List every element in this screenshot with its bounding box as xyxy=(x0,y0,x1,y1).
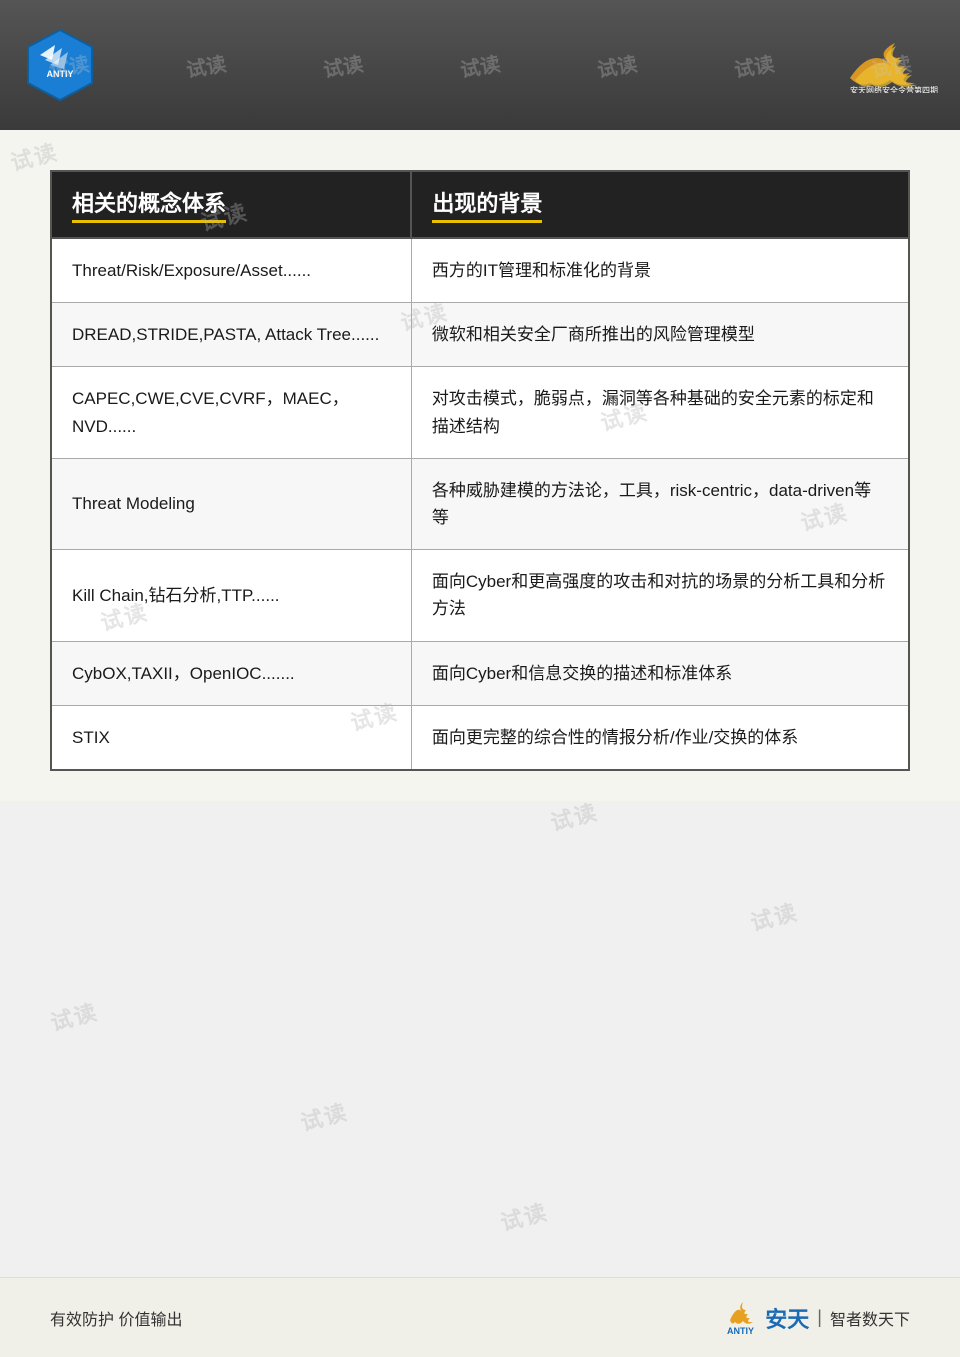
header-watermarks: 试读 试读 试读 试读 试读 试读 试读 xyxy=(0,0,960,130)
header-watermark-2: 试读 xyxy=(183,47,227,83)
watermark-11: 试读 xyxy=(297,1094,352,1137)
header-watermark-5: 试读 xyxy=(595,47,639,83)
table-cell-right: 微软和相关安全厂商所推出的风险管理模型 xyxy=(411,303,909,367)
table-cell-left: CybOX,TAXII，OpenIOC....... xyxy=(51,641,411,705)
watermark-10: 试读 xyxy=(47,994,102,1037)
table-cell-right: 各种威胁建模的方法论，工具，risk-centric，data-driven等等 xyxy=(411,458,909,549)
table-cell-left: Kill Chain,钻石分析,TTP...... xyxy=(51,550,411,641)
table-cell-left: Threat/Risk/Exposure/Asset...... xyxy=(51,238,411,303)
logo-hexagon: ANTIY xyxy=(20,25,100,105)
footer: 有效防护 价值输出 ANTIY 安天 | 智者数天下 xyxy=(0,1277,960,1357)
table-cell-right: 面向更完整的综合性的情报分析/作业/交换的体系 xyxy=(411,705,909,770)
footer-brand-sub: 智者数天下 xyxy=(830,1306,910,1330)
table-cell-right: 面向Cyber和信息交换的描述和标准体系 xyxy=(411,641,909,705)
header-watermark-6: 试读 xyxy=(732,47,776,83)
watermark-9: 试读 xyxy=(747,894,802,937)
table-row: CybOX,TAXII，OpenIOC.......面向Cyber和信息交换的描… xyxy=(51,641,909,705)
header-right-logo: 安天网络安全令营第四期 xyxy=(840,38,940,93)
svg-text:安天网络安全令营第四期: 安天网络安全令营第四期 xyxy=(850,85,938,93)
table-row: STIX面向更完整的综合性的情报分析/作业/交换的体系 xyxy=(51,705,909,770)
table-row: Threat/Risk/Exposure/Asset......西方的IT管理和… xyxy=(51,238,909,303)
table-row: DREAD,STRIDE,PASTA, Attack Tree......微软和… xyxy=(51,303,909,367)
table-cell-right: 西方的IT管理和标准化的背景 xyxy=(411,238,909,303)
table-cell-right: 对攻击模式，脆弱点，漏洞等各种基础的安全元素的标定和描述结构 xyxy=(411,367,909,458)
svg-text:ANTIY: ANTIY xyxy=(47,69,74,79)
header-watermark-3: 试读 xyxy=(321,47,365,83)
table-cell-right: 面向Cyber和更高强度的攻击和对抗的场景的分析工具和分析方法 xyxy=(411,550,909,641)
watermark-12: 试读 xyxy=(497,1194,552,1237)
col2-header: 出现的背景 xyxy=(411,171,909,238)
concept-table: 相关的概念体系 出现的背景 Threat/Risk/Exposure/Asset… xyxy=(50,170,910,771)
footer-right: ANTIY 安天 | 智者数天下 xyxy=(725,1300,910,1335)
table-row: Threat Modeling各种威胁建模的方法论，工具，risk-centri… xyxy=(51,458,909,549)
footer-brand: 安天 xyxy=(765,1302,809,1334)
header: ANTIY 试读 试读 试读 试读 试读 试读 试读 安天网络安全令营第四期 xyxy=(0,0,960,130)
main-content: 相关的概念体系 出现的背景 Threat/Risk/Exposure/Asset… xyxy=(0,130,960,801)
table-row: CAPEC,CWE,CVE,CVRF，MAEC，NVD......对攻击模式，脆… xyxy=(51,367,909,458)
table-row: Kill Chain,钻石分析,TTP......面向Cyber和更高强度的攻击… xyxy=(51,550,909,641)
logo-container: ANTIY xyxy=(20,25,100,105)
footer-logo: ANTIY 安天 | 智者数天下 xyxy=(725,1300,910,1335)
col1-header: 相关的概念体系 xyxy=(51,171,411,238)
table-cell-left: STIX xyxy=(51,705,411,770)
table-cell-left: DREAD,STRIDE,PASTA, Attack Tree...... xyxy=(51,303,411,367)
header-watermark-4: 试读 xyxy=(458,47,502,83)
table-cell-left: CAPEC,CWE,CVE,CVRF，MAEC，NVD...... xyxy=(51,367,411,458)
svg-text:ANTIY: ANTIY xyxy=(727,1326,754,1335)
footer-left-text: 有效防护 价值输出 xyxy=(50,1306,182,1330)
table-cell-left: Threat Modeling xyxy=(51,458,411,549)
